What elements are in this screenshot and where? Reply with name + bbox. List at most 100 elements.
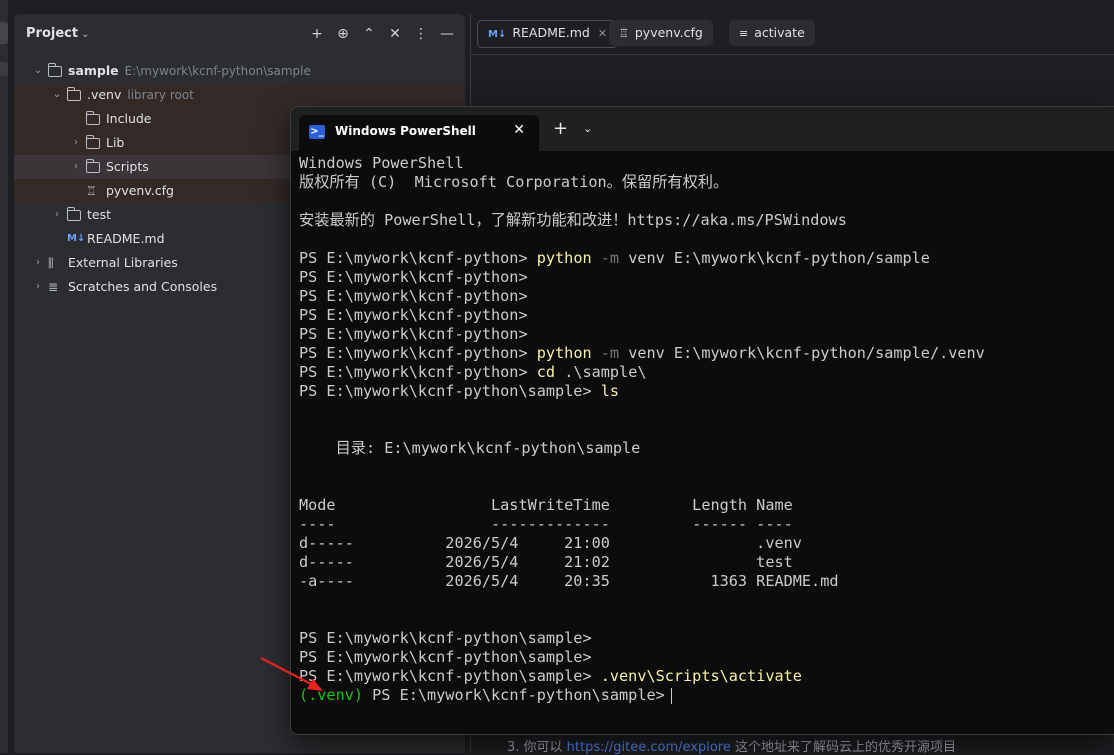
add-icon[interactable]: +: [307, 24, 327, 44]
terminal-text: venv E:\mywork\kcnf-python/sample/.venv: [619, 344, 985, 362]
powershell-icon: >_: [309, 125, 325, 139]
terminal-titlebar: >_ Windows PowerShell ✕ + ⌄: [291, 107, 1114, 151]
folder-icon: [86, 135, 100, 149]
editor-tab-label: README.md: [512, 25, 590, 40]
chevron-down-icon[interactable]: ⌄: [32, 59, 44, 83]
chevron-right-icon[interactable]: ›: [32, 251, 44, 275]
terminal-text: PS E:\mywork\kcnf-python>: [299, 287, 528, 305]
close-icon[interactable]: ✕: [513, 122, 525, 138]
tree-item-name: Scripts: [106, 159, 149, 174]
terminal-text: PS E:\mywork\kcnf-python\sample>: [363, 686, 665, 704]
chevron-right-icon[interactable]: ›: [51, 203, 63, 227]
library-icon: ⫼: [48, 256, 54, 270]
terminal-tab[interactable]: >_ Windows PowerShell ✕: [299, 115, 539, 151]
powershell-window: >_ Windows PowerShell ✕ + ⌄ Windows Powe…: [290, 106, 1114, 735]
terminal-line: Mode LastWriteTime Length Name: [299, 496, 1114, 515]
terminal-text: .\sample\: [555, 363, 647, 381]
tree-item-venv[interactable]: ⌄ .venv library root: [14, 83, 465, 107]
tree-item-label: Scripts: [106, 155, 149, 179]
terminal-text: ---- ------------- ------ ----: [299, 515, 793, 533]
project-panel-header: Project ⌄ + ⊕ ⌃ ✕ ⋮ —: [14, 14, 465, 54]
tree-item-name: README.md: [87, 231, 165, 246]
project-tool-button[interactable]: [0, 22, 8, 44]
tree-item-label: Include: [106, 107, 152, 131]
terminal-line: PS E:\mywork\kcnf-python>: [299, 325, 1114, 344]
chevron-right-icon[interactable]: ›: [70, 155, 82, 179]
terminal-line: Windows PowerShell: [299, 154, 1114, 173]
expand-all-icon[interactable]: ⌃: [359, 24, 379, 44]
tree-item-label: Lib: [106, 131, 124, 155]
terminal-text: PS E:\mywork\kcnf-python\sample>: [299, 629, 592, 647]
terminal-line: PS E:\mywork\kcnf-python>: [299, 306, 1114, 325]
tree-item-name: External Libraries: [68, 255, 178, 270]
terminal-text: PS E:\mywork\kcnf-python\sample>: [299, 648, 592, 666]
terminal-line: 目录: E:\mywork\kcnf-python\sample: [299, 439, 1114, 458]
locate-icon[interactable]: ⊕: [333, 24, 353, 44]
terminal-line: (.venv) PS E:\mywork\kcnf-python\sample>: [299, 686, 1114, 705]
terminal-text: -a---- 2026/5/4 20:35 1363 README.md: [299, 572, 839, 590]
terminal-line: PS E:\mywork\kcnf-python\sample> .venv\S…: [299, 667, 1114, 686]
chevron-down-icon[interactable]: ⌄: [51, 83, 63, 107]
folder-icon: [86, 111, 100, 125]
tree-item-hint: E:\mywork\kcnf-python\sample: [124, 64, 311, 78]
terminal-line: PS E:\mywork\kcnf-python\sample> ls: [299, 382, 1114, 401]
editor-tab-pyvenv-cfg[interactable]: ♖ pyvenv.cfg: [609, 20, 713, 46]
terminal-line: PS E:\mywork\kcnf-python\sample>: [299, 629, 1114, 648]
terminal-text: PS E:\mywork\kcnf-python>: [299, 344, 537, 362]
tree-item-name: Scratches and Consoles: [68, 279, 218, 294]
annotation-arrow-icon: [260, 657, 323, 691]
project-view-selector[interactable]: Project ⌄: [26, 26, 89, 41]
close-icon[interactable]: ✕: [598, 27, 607, 40]
markdown-icon: M↓: [67, 233, 86, 244]
terminal-text: d----- 2026/5/4 21:02 test: [299, 553, 793, 571]
tree-item-label: External Libraries: [68, 251, 178, 275]
terminal-line: d----- 2026/5/4 21:00 .venv: [299, 534, 1114, 553]
tree-item-label: Scratches and Consoles: [68, 275, 217, 299]
config-icon: ♖: [619, 27, 629, 40]
terminal-text: -m: [591, 344, 620, 362]
tree-item-label: test: [87, 203, 111, 227]
chevron-down-icon[interactable]: ⌄: [583, 119, 592, 139]
terminal-text: PS E:\mywork\kcnf-python\sample>: [299, 382, 601, 400]
terminal-line: PS E:\mywork\kcnf-python>: [299, 268, 1114, 287]
tree-item-sample[interactable]: ⌄ sample E:\mywork\kcnf-python\sample: [14, 59, 465, 83]
editor-tab-label: pyvenv.cfg: [634, 25, 703, 40]
terminal-command: ls: [600, 382, 620, 400]
terminal-output[interactable]: Windows PowerShell 版权所有 (C) Microsoft Cor…: [299, 154, 1114, 734]
terminal-command: python: [536, 249, 592, 267]
readme-preview-line: 3. 你可以 https://gitee.com/explore 这个地址来了解…: [507, 736, 956, 755]
terminal-text: Windows PowerShell: [299, 154, 464, 172]
chevron-right-icon[interactable]: ›: [32, 275, 44, 299]
terminal-command: cd: [536, 363, 556, 381]
chevron-right-icon[interactable]: ›: [70, 131, 82, 155]
tree-item-label: README.md: [87, 227, 165, 251]
terminal-tab-title: Windows PowerShell: [335, 124, 476, 138]
terminal-command: python: [536, 344, 592, 362]
editor-tab-activate[interactable]: ≡ activate: [729, 20, 815, 46]
hide-panel-icon[interactable]: —: [437, 24, 457, 44]
collapse-all-icon[interactable]: ✕: [385, 24, 405, 44]
terminal-text: 安装最新的 PowerShell，了解新功能和改进！https://aka.ms…: [299, 211, 847, 229]
tree-item-name: pyvenv.cfg: [106, 183, 174, 198]
project-panel-title: Project: [26, 26, 79, 41]
tree-item-name: Lib: [106, 135, 125, 150]
more-options-icon[interactable]: ⋮: [411, 24, 431, 44]
terminal-line: PS E:\mywork\kcnf-python> python -m venv…: [299, 344, 1114, 363]
terminal-line: PS E:\mywork\kcnf-python> python -m venv…: [299, 249, 1114, 268]
terminal-text: PS E:\mywork\kcnf-python>: [299, 268, 528, 286]
tree-item-label: pyvenv.cfg: [106, 179, 174, 203]
tree-item-hint: library root: [127, 88, 194, 102]
config-icon: ♖: [86, 184, 97, 198]
terminal-line: ---- ------------- ------ ----: [299, 515, 1114, 534]
new-tab-icon[interactable]: +: [553, 119, 568, 139]
terminal-line: PS E:\mywork\kcnf-python\sample>: [299, 648, 1114, 667]
terminal-text: -m: [591, 249, 620, 267]
editor-tab-readme-md[interactable]: M↓ README.md ✕: [477, 20, 619, 48]
tool-button[interactable]: [0, 62, 8, 76]
